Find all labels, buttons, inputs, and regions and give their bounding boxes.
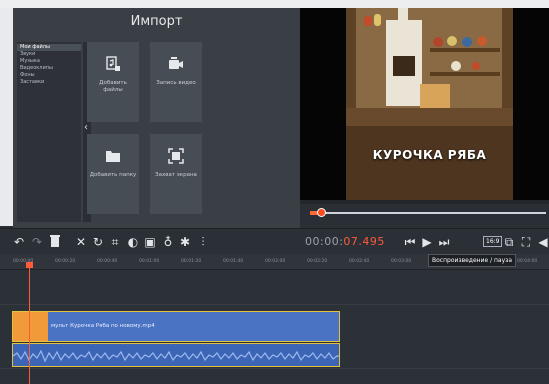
chevron-left-icon: ‹ [84, 122, 88, 133]
category-sounds[interactable]: Звуки [17, 51, 81, 58]
color-icon[interactable]: ◐ [126, 234, 140, 250]
detach-preview-icon[interactable]: ⧉ [502, 234, 516, 250]
add-folder-button[interactable]: Добавить папку [87, 134, 139, 214]
fullscreen-icon[interactable]: ⛶ [519, 234, 533, 250]
clip-thumbnail [13, 312, 48, 341]
category-music[interactable]: Музыка [17, 58, 81, 65]
video-camera-icon [169, 57, 183, 69]
rotate-icon[interactable]: ↻ [91, 234, 105, 250]
play-pause-tooltip: Воспроизведение / пауза [428, 254, 517, 267]
delete-icon[interactable] [48, 234, 62, 250]
top-strip [0, 0, 549, 8]
tick-label: 00:02:20 [307, 259, 328, 264]
record-video-button[interactable]: Запись видео [150, 42, 202, 122]
audio-icon[interactable]: ♁ [161, 234, 175, 250]
tick-label: 00:01:40 [223, 259, 244, 264]
tick-label: 00:02:40 [349, 259, 370, 264]
play-pause-button[interactable]: ▶ [420, 234, 434, 250]
crop-icon[interactable]: ⌗ [108, 234, 122, 250]
video-title-caption: КУРОЧКА РЯБА [372, 148, 487, 162]
category-list: Мои файлы Звуки Музыка Видеоклипы Фоны З… [17, 42, 81, 222]
clip-name: мульт Курочка Ряба по новому.mp4 [51, 323, 155, 329]
track-divider [0, 368, 549, 369]
tick-label: 00:02:00 [265, 259, 286, 264]
add-files-label: Добавить файлы [99, 80, 127, 93]
timecode-prefix: 00:00: [305, 235, 344, 248]
skip-back-icon[interactable]: ⏮ [403, 234, 417, 250]
category-videoclips[interactable]: Видеоклипы [17, 65, 81, 72]
import-title: Импорт [130, 14, 183, 29]
add-folder-label: Добавить папку [89, 172, 137, 178]
screen-capture-label: Захват экрана [155, 172, 197, 178]
video-scene-image [346, 8, 513, 200]
audio-clip[interactable] [12, 343, 340, 367]
audio-waveform [13, 349, 339, 363]
image-icon[interactable]: ▣ [143, 234, 157, 250]
playhead-line[interactable] [29, 262, 30, 384]
redo-icon[interactable]: ↷ [30, 234, 44, 250]
video-clip[interactable]: мульт Курочка Ряба по новому.mp4 [12, 311, 340, 342]
scrubber-handle[interactable] [317, 208, 326, 217]
left-edge [0, 8, 13, 226]
tick-label: 00:03:00 [391, 259, 412, 264]
track-divider [0, 304, 549, 305]
add-files-button[interactable]: Добавить файлы [87, 42, 139, 122]
skip-forward-icon[interactable]: ⏭ [437, 234, 451, 250]
preview-scrubber[interactable] [300, 204, 549, 228]
letterbox-left [300, 8, 346, 200]
import-panel: Импорт Мои файлы Звуки Музыка Видеоклипы… [13, 8, 300, 228]
settings-icon[interactable]: ✱ [178, 234, 192, 250]
add-files-icon [106, 56, 120, 71]
equalizer-icon[interactable]: ⫶ [196, 234, 210, 250]
tick-label: 00:01:00 [139, 259, 160, 264]
timecode-display: 00:00:07.495 [305, 235, 385, 248]
tick-label: 00:00:40 [97, 259, 118, 264]
category-intros[interactable]: Заставки [17, 79, 81, 86]
tick-label: 00:01:20 [181, 259, 202, 264]
category-backgrounds[interactable]: Фоны [17, 72, 81, 79]
scrubber-track[interactable] [310, 212, 546, 214]
aspect-ratio-button[interactable]: 16:9 [483, 236, 503, 247]
timecode-current: 07.495 [343, 235, 385, 248]
tick-label: 00:04:00 [517, 259, 538, 264]
folder-icon [106, 151, 120, 162]
edit-toolbar: ↶ ↷ ✕ ↻ ⌗ ◐ ▣ ♁ ✱ ⫶ 00:00:07.495 ⏮ ▶ ⏭ 1… [0, 228, 549, 254]
tick-label: 00:00:20 [55, 259, 76, 264]
cut-icon[interactable]: ✕ [74, 234, 88, 250]
video-frame[interactable]: КУРОЧКА РЯБА [346, 8, 513, 200]
letterbox-right [513, 8, 549, 200]
screen-capture-icon [168, 148, 184, 164]
volume-icon[interactable]: ◀ [536, 234, 549, 250]
undo-icon[interactable]: ↶ [12, 234, 26, 250]
record-video-label: Запись видео [156, 80, 196, 86]
preview-player: КУРОЧКА РЯБА [300, 8, 549, 204]
screen-capture-button[interactable]: Захват экрана [150, 134, 202, 214]
category-my-files[interactable]: Мои файлы [17, 44, 81, 51]
